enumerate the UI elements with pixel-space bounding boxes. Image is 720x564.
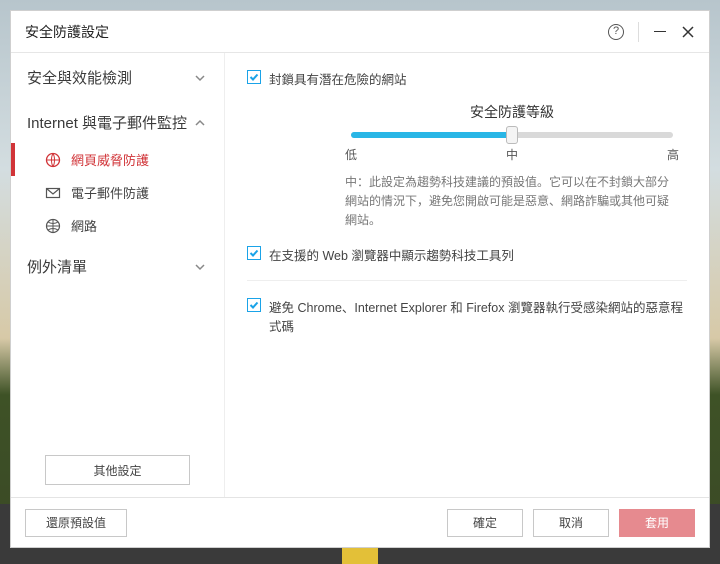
slider-thumb[interactable] bbox=[506, 126, 518, 144]
slider-fill bbox=[351, 132, 512, 138]
security-level-block: 安全防護等級 低 中 高 中：此設定為趨勢科技建議的預設值。它可以在不封鎖大部分… bbox=[247, 102, 687, 245]
security-level-slider[interactable] bbox=[351, 132, 673, 138]
sidebar-section-exceptions[interactable]: 例外清單 bbox=[11, 242, 224, 287]
checkbox-label: 避免 Chrome、Internet Explorer 和 Firefox 瀏覽… bbox=[269, 297, 687, 335]
sidebar: 安全與效能檢測 Internet 與電子郵件監控 網頁威脅防護 電 bbox=[11, 53, 225, 497]
sidebar-item-web-threat[interactable]: 網頁威脅防護 bbox=[11, 143, 224, 176]
sidebar-section-label: 例外清單 bbox=[27, 256, 87, 277]
slider-label-mid: 中 bbox=[506, 146, 518, 163]
sidebar-item-network[interactable]: 網路 bbox=[11, 209, 224, 242]
dialog-title: 安全防護設定 bbox=[25, 22, 608, 42]
sidebar-section-label: 安全與效能檢測 bbox=[27, 67, 132, 88]
slider-label-low: 低 bbox=[345, 146, 357, 163]
checkbox-icon bbox=[247, 70, 261, 84]
chevron-down-icon bbox=[194, 72, 206, 84]
envelope-icon bbox=[45, 185, 61, 201]
restore-defaults-button[interactable]: 還原預設值 bbox=[25, 509, 127, 537]
separator bbox=[247, 280, 687, 281]
checkbox-label: 在支援的 Web 瀏覽器中顯示趨勢科技工具列 bbox=[269, 245, 514, 264]
titlebar-separator bbox=[638, 22, 639, 42]
help-icon[interactable]: ? bbox=[608, 24, 624, 40]
minimize-button[interactable] bbox=[653, 25, 667, 39]
dialog-footer: 還原預設值 確定 取消 套用 bbox=[11, 497, 709, 547]
settings-dialog: 安全防護設定 ? 安全與效能檢測 Internet 與電子郵件監控 bbox=[10, 10, 710, 548]
net-globe-icon bbox=[45, 218, 61, 234]
main-panel: 封鎖具有潛在危險的網站 安全防護等級 低 中 高 中：此設定為趨勢科技建議的預設… bbox=[225, 53, 709, 497]
checkbox-block-browser-malware[interactable]: 避免 Chrome、Internet Explorer 和 Firefox 瀏覽… bbox=[247, 297, 687, 335]
titlebar-buttons: ? bbox=[608, 22, 695, 42]
other-settings-button[interactable]: 其他設定 bbox=[45, 455, 190, 485]
globe-shield-icon bbox=[45, 152, 61, 168]
chevron-down-icon bbox=[194, 261, 206, 273]
checkbox-block-websites[interactable]: 封鎖具有潛在危險的網站 bbox=[247, 69, 687, 88]
slider-label-high: 高 bbox=[667, 146, 679, 163]
chevron-up-icon bbox=[194, 117, 206, 129]
sidebar-item-label: 網路 bbox=[71, 216, 97, 235]
sidebar-item-label: 電子郵件防護 bbox=[71, 183, 149, 202]
sidebar-section-internet-email[interactable]: Internet 與電子郵件監控 bbox=[11, 98, 224, 143]
titlebar: 安全防護設定 ? bbox=[11, 11, 709, 53]
checkbox-show-toolbar[interactable]: 在支援的 Web 瀏覽器中顯示趨勢科技工具列 bbox=[247, 245, 687, 264]
sidebar-item-email-protection[interactable]: 電子郵件防護 bbox=[11, 176, 224, 209]
checkbox-icon bbox=[247, 246, 261, 260]
ok-button[interactable]: 確定 bbox=[447, 509, 523, 537]
security-level-title: 安全防護等級 bbox=[337, 102, 687, 122]
sidebar-section-security-performance[interactable]: 安全與效能檢測 bbox=[11, 53, 224, 98]
checkbox-icon bbox=[247, 298, 261, 312]
checkbox-label: 封鎖具有潛在危險的網站 bbox=[269, 69, 407, 88]
sidebar-item-label: 網頁威脅防護 bbox=[71, 150, 149, 169]
sidebar-section-label: Internet 與電子郵件監控 bbox=[27, 112, 187, 133]
slider-labels: 低 中 高 bbox=[337, 146, 687, 173]
cancel-button[interactable]: 取消 bbox=[533, 509, 609, 537]
close-button[interactable] bbox=[681, 25, 695, 39]
apply-button[interactable]: 套用 bbox=[619, 509, 695, 537]
security-level-description: 中：此設定為趨勢科技建議的預設值。它可以在不封鎖大部分網站的情況下，避免您開啟可… bbox=[337, 173, 687, 231]
